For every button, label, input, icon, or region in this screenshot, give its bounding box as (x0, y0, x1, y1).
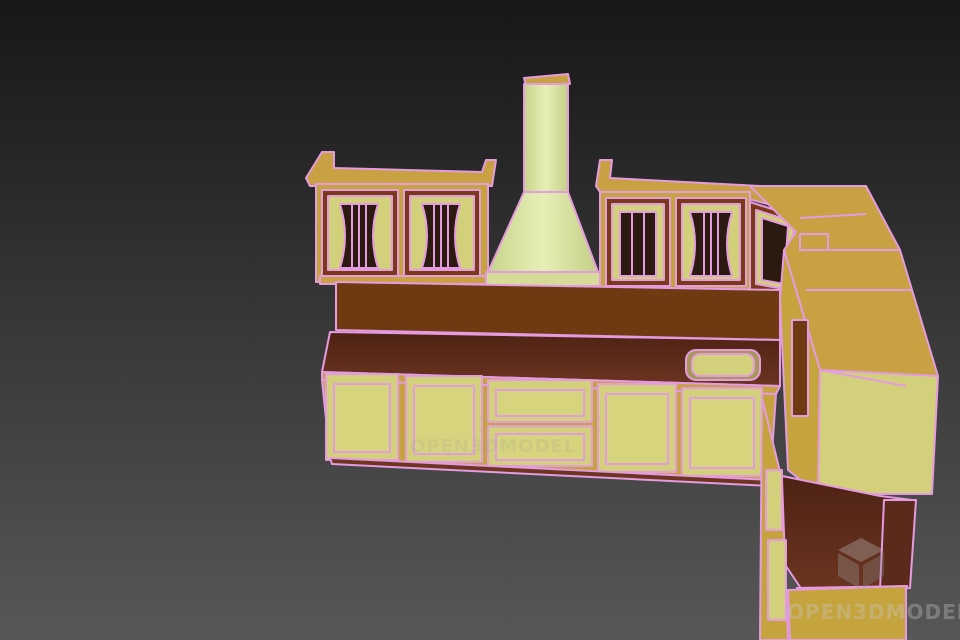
kitchen-model-render (0, 0, 960, 640)
watermark-center-text: OPEN3DMODEL (410, 436, 577, 457)
backsplash (335, 281, 781, 341)
watermark-text: OPEN3DMODEL (787, 600, 960, 624)
sink (685, 349, 761, 381)
upper-cabinet-left (305, 151, 497, 285)
3d-viewport[interactable]: OPEN3DMODEL OPEN3DMODEL (0, 0, 960, 640)
